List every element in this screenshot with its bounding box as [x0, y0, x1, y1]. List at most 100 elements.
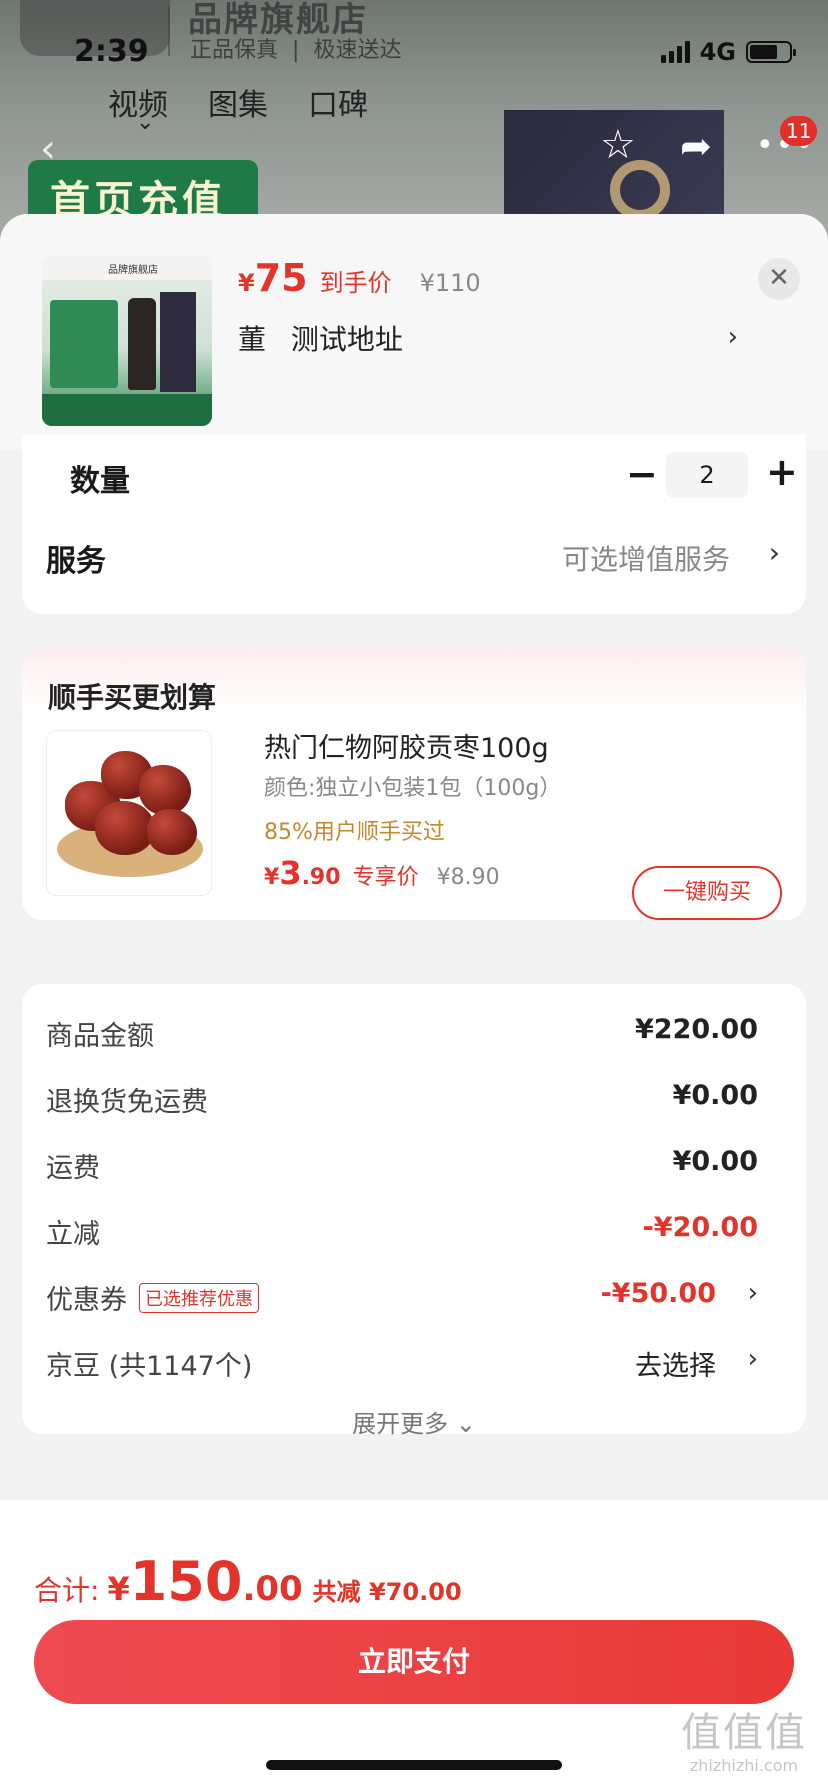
addon-product-name[interactable]: 热门仁物阿胶贡枣100g: [264, 726, 549, 765]
fee-row-jingdou[interactable]: 京豆 (共1147个) 去选择 ›: [46, 1344, 782, 1388]
addon-price-dec: .90: [301, 865, 341, 890]
thumbnail-bottle: [128, 298, 156, 390]
addon-title: 顺手买更划算: [48, 681, 217, 714]
price-currency: ¥: [238, 269, 255, 297]
fee-label: 京豆 (共1147个): [46, 1344, 252, 1383]
quantity-label: 数量: [70, 464, 130, 499]
date-shape: [147, 809, 197, 855]
product-thumbnail[interactable]: 品牌旗舰店: [42, 256, 212, 426]
fee-label-text: 立减: [46, 1219, 100, 1250]
service-value[interactable]: 可选增值服务: [562, 538, 730, 578]
fee-value: -¥50.00: [600, 1278, 716, 1309]
fee-value: ¥0.00: [672, 1080, 758, 1111]
total-amount-int: 150: [129, 1550, 243, 1613]
fee-value: ¥220.00: [635, 1014, 758, 1045]
tab-gallery[interactable]: 图集: [208, 80, 268, 124]
chevron-down-icon: ⌄: [136, 110, 155, 135]
addon-card: 顺手买更划算 热门仁物阿胶贡枣100g 颜色:独立小包装1包（100g） 85%…: [22, 648, 806, 920]
network-type: 4G: [699, 38, 736, 66]
price-row: ¥ 75 到手价 ¥110: [238, 256, 481, 300]
fee-label-text: 京豆 (共1147个): [46, 1351, 253, 1382]
fee-row-return-shipping: 退换货免运费 ¥0.00: [46, 1080, 782, 1124]
fee-value[interactable]: 去选择: [635, 1344, 716, 1383]
product-box-ornament: [610, 160, 670, 220]
fee-value: -¥20.00: [642, 1212, 758, 1243]
coupon-recommended-tag: 已选推荐优惠: [139, 1282, 259, 1313]
addon-variant: 颜色:独立小包装1包（100g）: [264, 776, 562, 801]
address-chevron-icon[interactable]: ›: [728, 322, 738, 352]
pay-now-button[interactable]: 立即支付: [34, 1620, 794, 1704]
thumbnail-footer: [42, 394, 212, 426]
fee-row-shipping: 运费 ¥0.00: [46, 1146, 782, 1190]
thumbnail-box: [160, 292, 196, 392]
site-watermark: 值值值 zhizhizhi.com: [664, 1700, 824, 1786]
fee-label-text: 运费: [46, 1153, 100, 1184]
service-chevron-icon[interactable]: ›: [769, 536, 780, 569]
jingdou-chevron-icon[interactable]: ›: [748, 1344, 758, 1374]
watermark-site: zhizhizhi.com: [689, 1756, 799, 1775]
background-product-page: 品牌旗舰店 正品保真 | 极速送达 2:39 4G 视频 图集 口碑 ⌄ ‹ 首页充…: [0, 0, 828, 240]
date-shape: [95, 801, 155, 855]
address-text: 测试地址: [290, 323, 403, 356]
status-time: 2:39: [74, 34, 149, 69]
addon-social-proof: 85%用户顺手买过: [264, 820, 445, 845]
one-click-buy-button[interactable]: 一键购买: [632, 866, 782, 920]
fee-label: 立减: [46, 1212, 100, 1251]
addon-price-label: 专享价: [352, 865, 419, 890]
notification-badge: 11: [780, 116, 818, 146]
fee-label: 退换货免运费: [46, 1080, 208, 1119]
close-icon: ✕: [768, 263, 790, 293]
addon-original-price: ¥8.90: [436, 865, 500, 890]
coupon-chevron-icon[interactable]: ›: [748, 1278, 758, 1308]
quantity-row: 数量 − 2 +: [46, 450, 798, 512]
fee-label-text: 退换货免运费: [46, 1087, 208, 1118]
fee-label-text: 商品金额: [46, 1021, 154, 1052]
quantity-input[interactable]: 2: [666, 452, 748, 498]
addon-price-int: 3: [279, 854, 302, 892]
battery-icon: [746, 41, 796, 63]
watermark-glyphs: 值值值: [681, 1710, 807, 1756]
chevron-down-icon: ⌄: [455, 1410, 476, 1438]
fee-row-coupon[interactable]: 优惠券 已选推荐优惠 -¥50.00 ›: [46, 1278, 782, 1322]
fee-summary-card: 商品金额 ¥220.00 退换货免运费 ¥0.00 运费 ¥0.00 立减 -¥…: [22, 984, 806, 1438]
date-shape: [139, 765, 191, 815]
thumbnail-green-card: [50, 300, 118, 388]
store-tags: 正品保真 | 极速送达: [190, 38, 402, 63]
expand-more-button[interactable]: 展开更多 ⌄: [22, 1404, 806, 1439]
store-divider: [168, 6, 170, 56]
fee-value: ¥0.00: [672, 1146, 758, 1177]
fee-label: 优惠券 已选推荐优惠: [46, 1278, 259, 1317]
original-price: ¥110: [419, 269, 481, 297]
final-price: 75: [254, 256, 308, 300]
recipient-name: 董: [238, 323, 267, 356]
share-arrow-icon[interactable]: ➦: [680, 124, 712, 168]
fee-row-instant-discount: 立减 -¥20.00: [46, 1212, 782, 1256]
sheet-header: 品牌旗舰店 ¥ 75 到手价 ¥110 董 测试地址 › ✕: [0, 214, 828, 450]
tab-reviews[interactable]: 口碑: [308, 80, 368, 124]
total-amount-dec: .00: [242, 1569, 303, 1609]
addon-product-image[interactable]: [46, 730, 212, 896]
signal-icon: [660, 41, 690, 63]
expand-more-label: 展开更多: [352, 1410, 449, 1438]
fee-label-text: 优惠券: [46, 1285, 127, 1316]
quantity-minus-button[interactable]: −: [626, 452, 658, 496]
addon-price-currency: ¥: [264, 865, 280, 890]
thumbnail-store-label: 品牌旗舰店: [42, 256, 212, 280]
store-tag: 正品保真: [190, 38, 279, 63]
close-button[interactable]: ✕: [758, 258, 800, 300]
total-label: 合计:: [34, 1574, 100, 1607]
service-label: 服务: [46, 544, 106, 579]
fee-row-subtotal: 商品金额 ¥220.00: [46, 1014, 782, 1058]
store-tag: 极速送达: [313, 38, 402, 63]
final-price-label: 到手价: [319, 269, 392, 297]
total-row: 合计: ¥ 150 .00 共减 ¥70.00: [34, 1550, 462, 1613]
fee-label: 运费: [46, 1146, 100, 1185]
favorite-star-icon[interactable]: ☆: [600, 122, 636, 168]
options-card: 数量 − 2 + 服务 可选增值服务 ›: [22, 434, 806, 614]
quantity-plus-button[interactable]: +: [766, 450, 798, 494]
addon-price-row: ¥ 3 .90 专享价 ¥8.90: [264, 854, 500, 892]
fee-label: 商品金额: [46, 1014, 154, 1053]
total-savings: 共减 ¥70.00: [312, 1578, 462, 1606]
home-indicator[interactable]: [266, 1760, 562, 1770]
address-row[interactable]: 董 测试地址: [238, 318, 738, 358]
